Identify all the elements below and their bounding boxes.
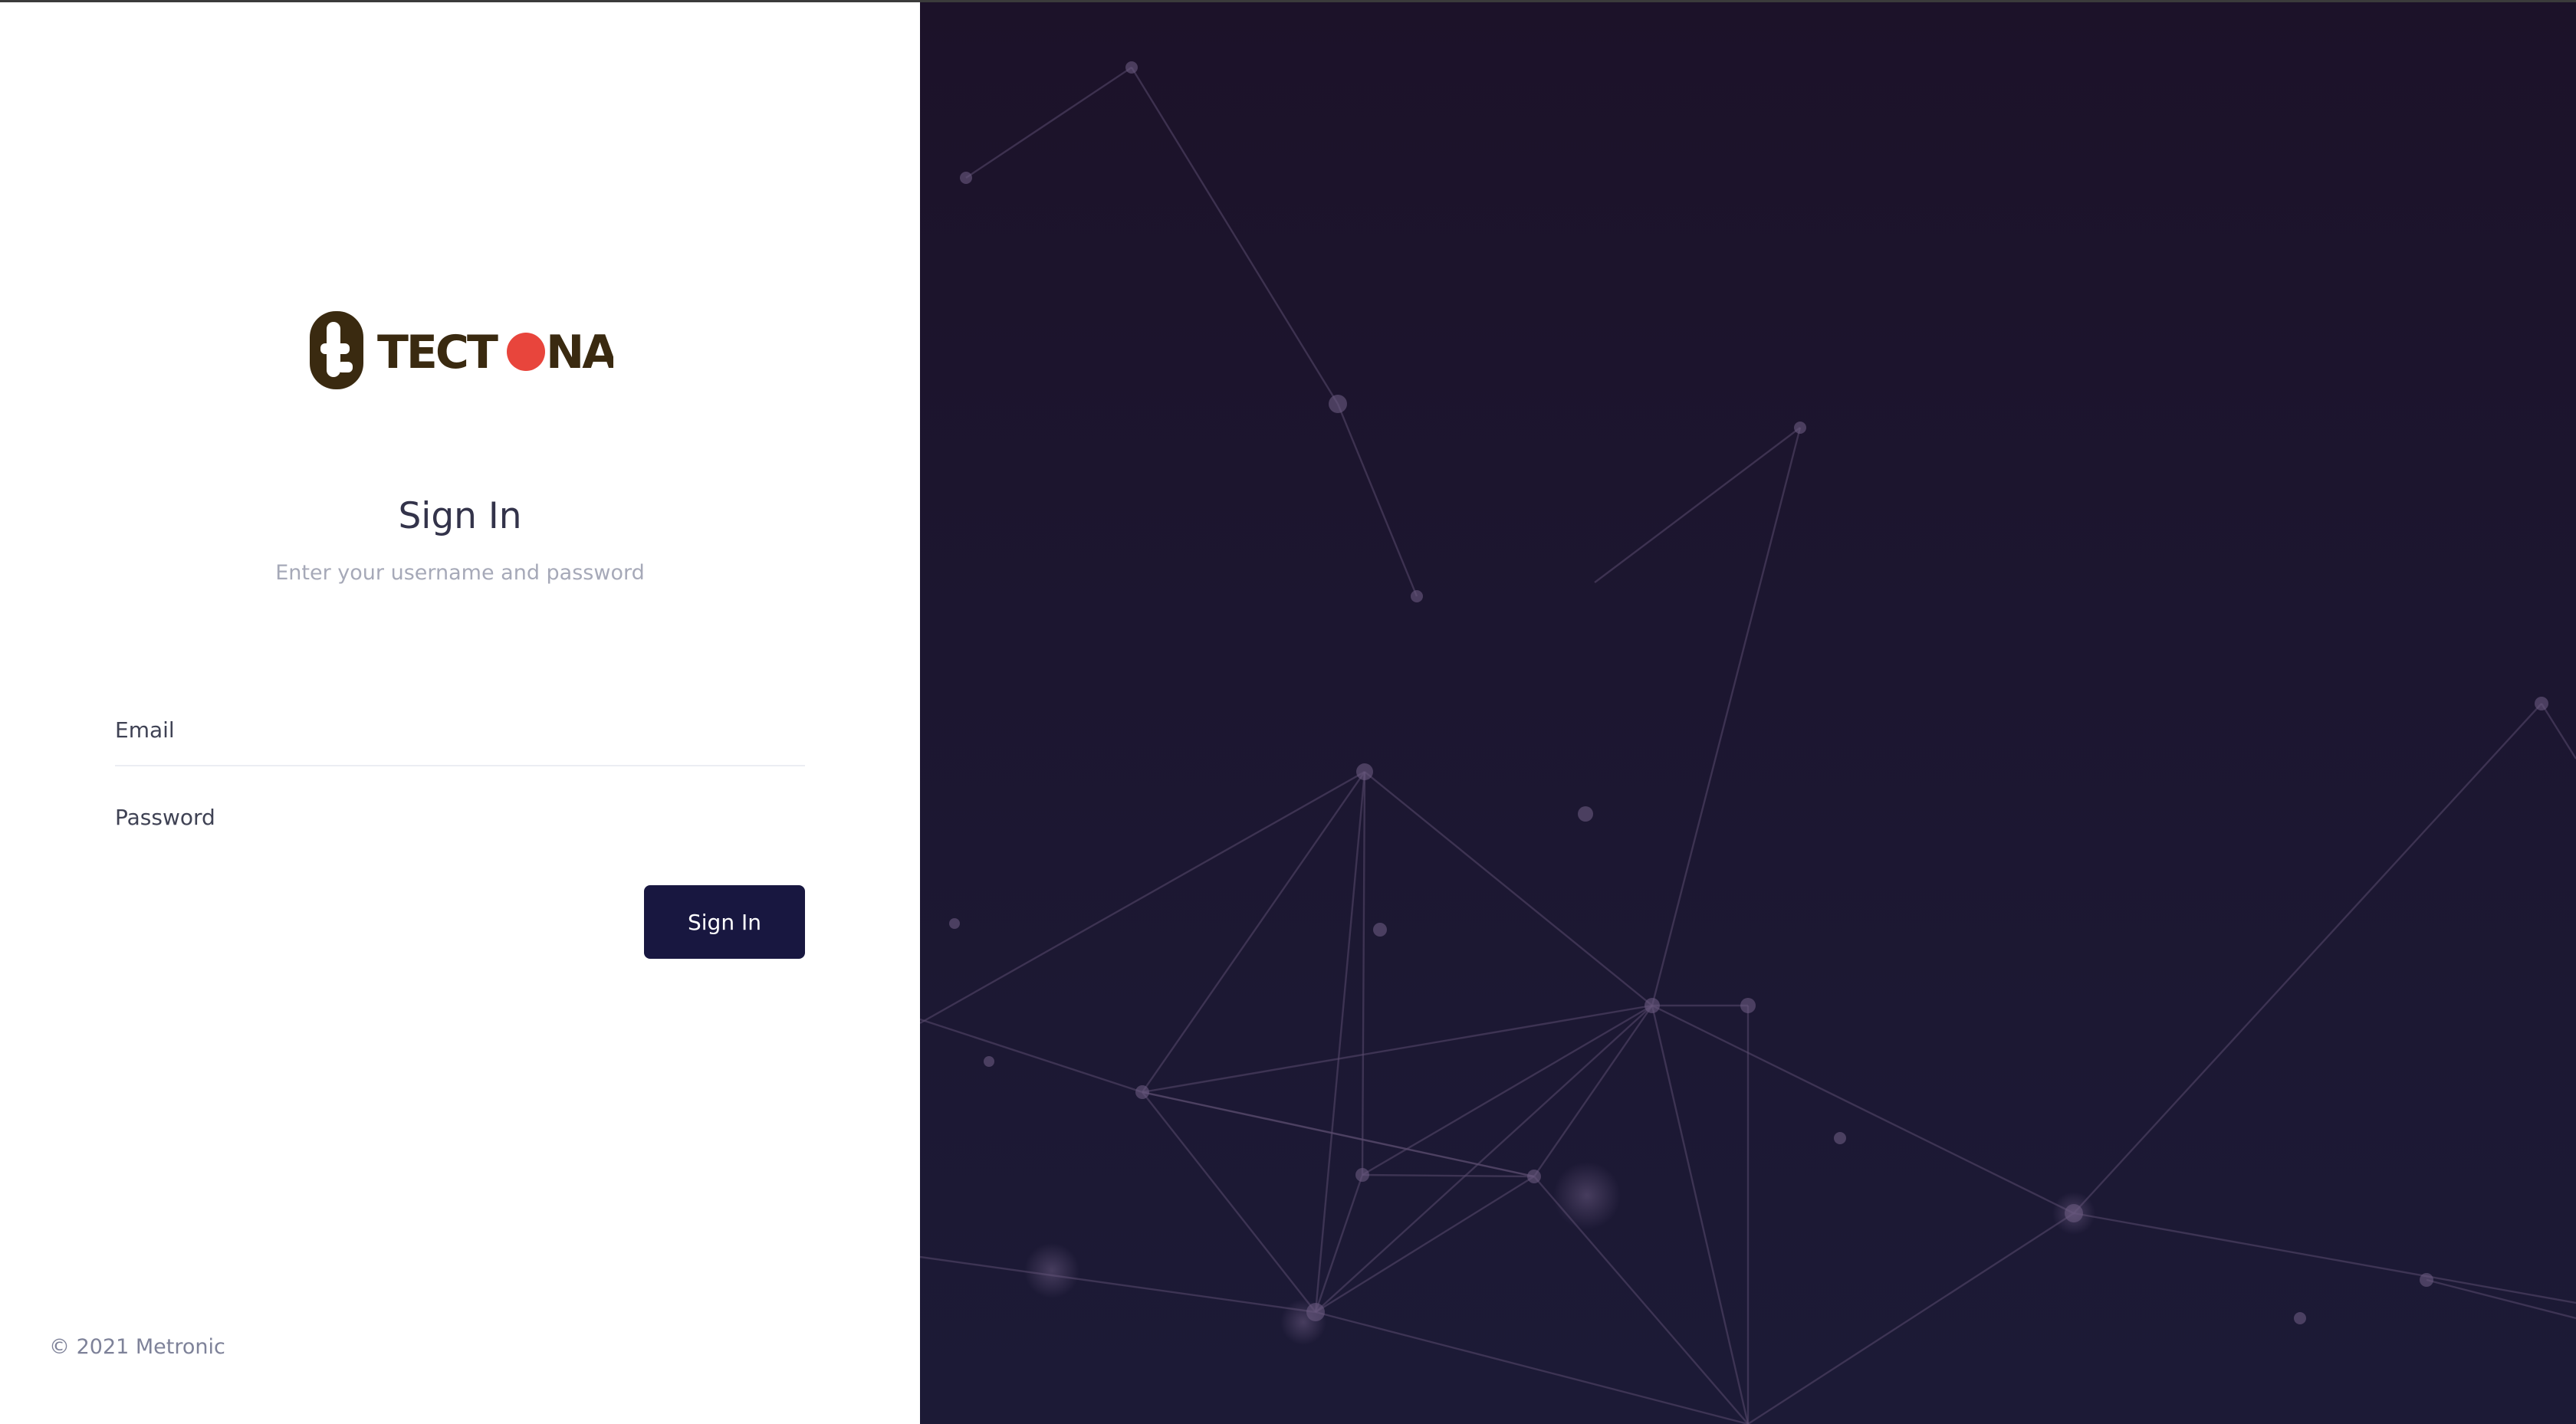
svg-text:NA: NA: [546, 326, 613, 379]
brand-logo: TECT NA: [307, 308, 613, 392]
signin-subtitle: Enter your username and password: [275, 561, 645, 585]
login-panel: TECT NA Sign In Enter your username and …: [0, 0, 920, 1424]
signin-button[interactable]: Sign In: [644, 885, 805, 959]
background-panel: [920, 0, 2576, 1424]
network-background: [920, 61, 2576, 1424]
email-input[interactable]: [115, 694, 805, 766]
password-input[interactable]: [115, 782, 805, 852]
copyright-text: © 2021 Metronic: [49, 1335, 225, 1359]
logo-dot: [507, 333, 545, 371]
top-border: [0, 0, 2576, 2]
signin-title: Sign In: [398, 495, 522, 537]
logo-wordmark: TECT: [377, 326, 498, 379]
